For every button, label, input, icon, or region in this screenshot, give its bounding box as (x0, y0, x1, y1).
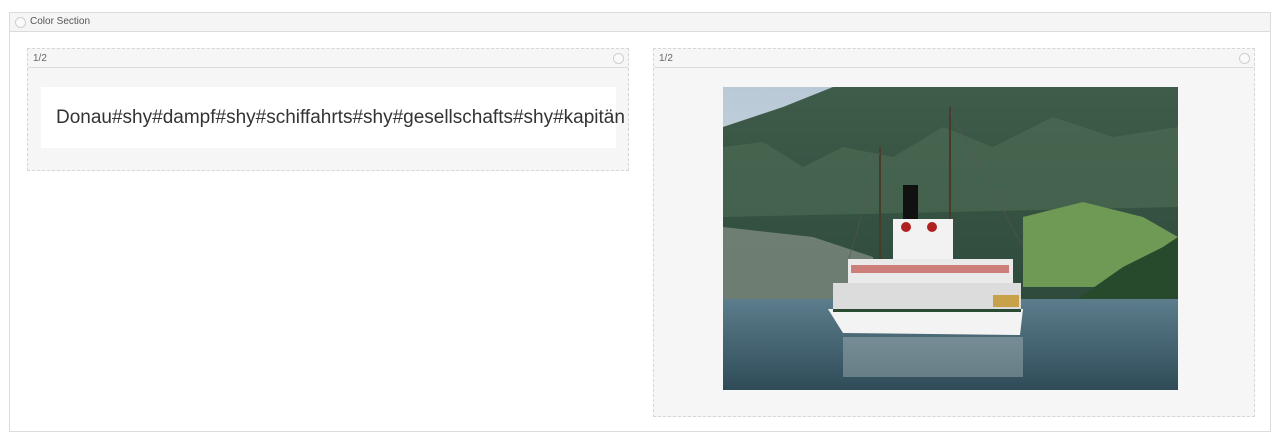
column-width-label: 1/2 (659, 53, 673, 64)
photo-illustration (723, 87, 1178, 390)
text-block[interactable]: Donau#shy#dampf#shy#schiffahrts#shy#gese… (41, 87, 625, 148)
column-radio-icon[interactable] (613, 53, 624, 64)
steamship-photo[interactable] (723, 87, 1178, 390)
section-header[interactable]: Color Section (10, 13, 1270, 32)
column-radio-icon[interactable] (1239, 53, 1250, 64)
section-title: Color Section (30, 16, 91, 27)
section-radio-icon[interactable] (15, 17, 26, 28)
column-right[interactable]: 1/2 (653, 48, 1255, 417)
column-header[interactable]: 1/2 (28, 49, 628, 68)
text-content: Donau#shy#dampf#shy#schiffahrts#shy#gese… (56, 107, 625, 128)
color-section: Color Section 1/2 Donau#shy#dampf#shy#sc… (9, 12, 1271, 432)
column-header[interactable]: 1/2 (654, 49, 1254, 68)
column-width-label: 1/2 (33, 53, 47, 64)
column-left[interactable]: 1/2 Donau#shy#dampf#shy#schiffahrts#shy#… (27, 48, 629, 171)
